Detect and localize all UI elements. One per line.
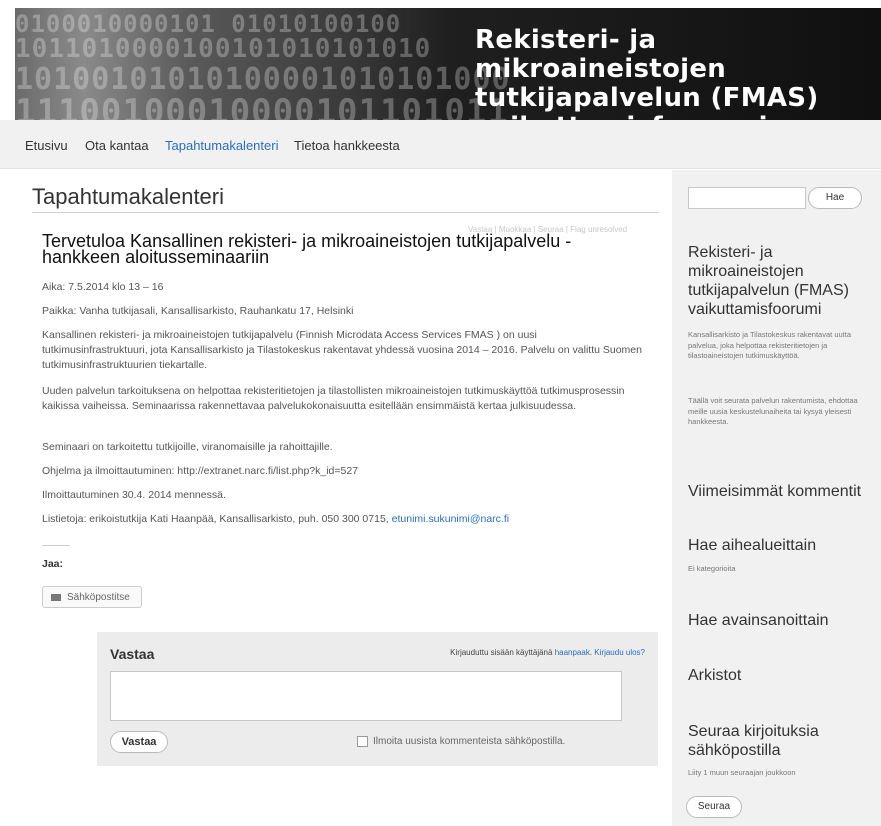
nav-item-tapahtumakalenteri[interactable]: Tapahtumakalenteri bbox=[165, 138, 278, 153]
post-paragraph: Seminaari on tarkoitettu tutkijoille, vi… bbox=[42, 441, 333, 453]
notify-option[interactable]: Ilmoita uusista kommenteista sähköpostil… bbox=[357, 736, 565, 747]
reply-title: Vastaa bbox=[110, 646, 155, 662]
site-title-line-1: Rekisteri- ja mikroaineistojen bbox=[475, 25, 727, 84]
search-input[interactable] bbox=[688, 187, 806, 209]
contact-info: Listietoja: erikoistutkija Kati Haanpää,… bbox=[42, 512, 642, 527]
login-status: Kirjauduttu sisään käyttäjänä haanpaak. … bbox=[450, 648, 645, 657]
post-paragraph: Uuden palvelun tarkoituksena on helpotta… bbox=[42, 385, 625, 412]
event-time: Aika: 7.5.2014 klo 13 – 16 bbox=[42, 281, 164, 293]
event-place: Paikka: Vanha tutkijasali, Kansallisarki… bbox=[42, 305, 354, 317]
search-button[interactable]: Hae bbox=[808, 187, 862, 209]
share-email-button[interactable]: Sähköpostitse bbox=[42, 586, 142, 608]
binary-decoration: 1011010000100101010101010 bbox=[15, 34, 432, 64]
tags-title: Hae avainsanoittain bbox=[688, 612, 829, 629]
binary-decoration: 11100100010000101101011 bbox=[15, 92, 509, 120]
main-nav: Etusivu Ota kantaa Tapahtumakalenteri Ti… bbox=[0, 120, 881, 169]
contact-text: Listietoja: erikoistutkija Kati Haanpää,… bbox=[42, 513, 392, 525]
sidebar: Hae Rekisteri- ja mikroaineistojen tutki… bbox=[672, 170, 881, 826]
site-title-line-2: tutkijapalvelun (FMAS) bbox=[475, 83, 819, 113]
notify-label: Ilmoita uusista kommenteista sähköpostil… bbox=[373, 736, 566, 747]
share-label: Jaa: bbox=[42, 558, 64, 570]
comment-textarea[interactable] bbox=[110, 671, 622, 721]
follow-title: Seuraa kirjoituksia sähköpostilla bbox=[688, 723, 819, 759]
notify-checkbox[interactable] bbox=[357, 736, 368, 747]
registration-deadline: Ilmoittautuminen 30.4. 2014 mennessä. bbox=[42, 489, 226, 501]
envelope-icon bbox=[51, 593, 61, 601]
share-divider bbox=[42, 545, 70, 546]
nav-item-etusivu[interactable]: Etusivu bbox=[25, 138, 68, 153]
archives-title: Arkistot bbox=[688, 667, 742, 684]
recent-comments-title: Viimeisimmät kommentit bbox=[688, 483, 862, 500]
follow-button[interactable]: Seuraa bbox=[686, 796, 742, 818]
categories-empty: Ei kategorioita bbox=[688, 564, 736, 573]
nav-item-tietoa-hankkeesta[interactable]: Tietoa hankkeesta bbox=[294, 138, 400, 153]
post-title[interactable]: Tervetuloa Kansallinen rekisteri- ja mik… bbox=[42, 232, 602, 266]
contact-email-link[interactable]: etunimi.sukunimi@narc.fi bbox=[392, 513, 509, 525]
post-paragraph: Kansallinen rekisteri- ja mikroaineistoj… bbox=[42, 329, 642, 371]
header-banner: 0100010000101 01010100100 10110100001001… bbox=[15, 8, 881, 120]
follow-text: Liity 1 muun seuraajan joukkoon bbox=[688, 768, 796, 777]
about-text: Täällä voit seurata palvelun rakentumist… bbox=[688, 396, 858, 426]
logout-link[interactable]: Kirjaudu ulos? bbox=[594, 648, 645, 657]
categories-title: Hae aihealueittain bbox=[688, 537, 817, 554]
top-strip bbox=[0, 0, 881, 8]
nav-item-ota-kantaa[interactable]: Ota kantaa bbox=[85, 138, 149, 153]
user-link[interactable]: haanpaak bbox=[555, 648, 590, 657]
reply-submit-button[interactable]: Vastaa bbox=[110, 731, 168, 753]
site-title[interactable]: Rekisteri- ja mikroaineistojen tutkijapa… bbox=[475, 25, 881, 121]
main-content: Tapahtumakalenteri Vastaa | Muokkaa | Se… bbox=[18, 170, 663, 826]
share-email-label: Sähköpostitse bbox=[67, 591, 130, 603]
about-title: Rekisteri- ja mikroaineistojen tutkijapa… bbox=[688, 244, 849, 318]
site-title-line-3: vaikuttamisfoorumi bbox=[475, 113, 881, 121]
reply-box: Vastaa Kirjauduttu sisään käyttäjänä haa… bbox=[97, 632, 658, 766]
page-title: Tapahtumakalenteri bbox=[32, 184, 225, 209]
login-status-text: Kirjauduttu sisään käyttäjänä bbox=[450, 648, 555, 657]
about-text: Kansallisarkisto ja Tilastokeskus rakent… bbox=[688, 330, 851, 360]
program-link[interactable]: Ohjelma ja ilmoittautuminen: http://extr… bbox=[42, 464, 642, 479]
title-divider bbox=[32, 212, 659, 213]
